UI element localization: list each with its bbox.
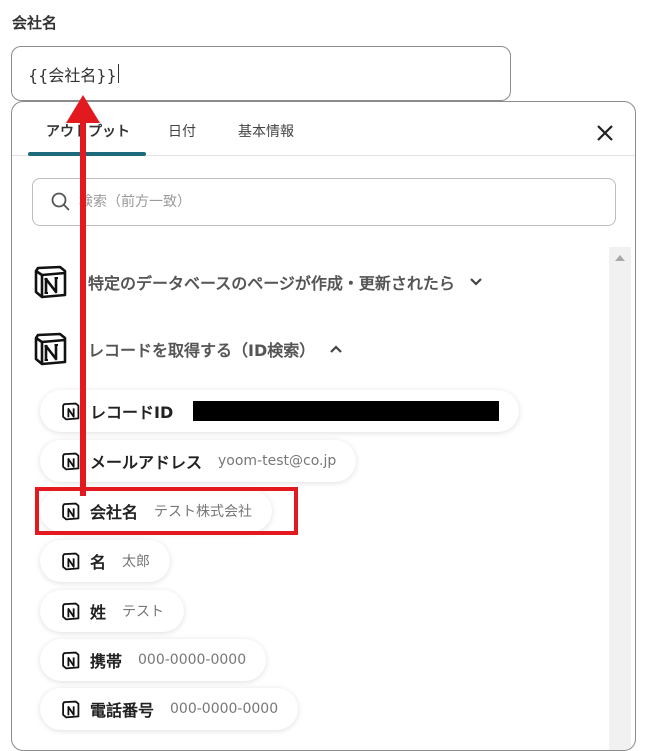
close-icon[interactable] (592, 120, 618, 146)
search-input[interactable] (79, 194, 579, 210)
chip-label: 携帯 (90, 652, 123, 671)
chip-value: テスト (122, 604, 165, 620)
chip-value: 000-0000-0000 (170, 701, 279, 717)
field-label: 会社名 (12, 14, 58, 32)
annotation-arrow-shaft (80, 116, 86, 496)
notion-icon (62, 402, 80, 420)
chevron-up-icon (330, 345, 343, 353)
chip-label: レコードID (90, 403, 174, 422)
notion-icon (34, 265, 67, 299)
search-box[interactable] (32, 178, 616, 226)
redacted-value (193, 401, 500, 421)
output-chip-first-name[interactable]: 名 太郎 (40, 540, 171, 582)
chip-label: 電話番号 (90, 701, 155, 720)
tab-output[interactable]: アウトプット (46, 121, 130, 141)
highlight-box (35, 487, 298, 535)
output-chip-email[interactable]: メールアドレス yoom-test@co.jp (40, 440, 357, 482)
text-caret (117, 64, 119, 83)
scrollbar[interactable] (609, 247, 631, 750)
chip-label: 姓 (90, 603, 107, 622)
notion-icon (62, 452, 80, 470)
search-icon (51, 192, 70, 211)
output-chip-phone[interactable]: 電話番号 000-0000-0000 (40, 688, 299, 730)
chip-value: yoom-test@co.jp (218, 453, 337, 469)
arrow-up-icon (66, 95, 100, 123)
output-chip-mobile[interactable]: 携帯 000-0000-0000 (40, 639, 267, 681)
tab-bar: アウトプット 日付 基本情報 (12, 102, 635, 156)
tab-date[interactable]: 日付 (168, 121, 196, 141)
variable-picker-panel: アウトプット 日付 基本情報 特定のデータベースのページが作成・更新されたら (11, 101, 636, 751)
output-chip-record-id[interactable]: レコードID (40, 390, 520, 432)
chevron-down-icon (470, 278, 482, 286)
section-get-record[interactable]: レコードを取得する（ID検索） (32, 331, 343, 367)
notion-icon (62, 700, 80, 718)
tab-basic-info[interactable]: 基本情報 (238, 121, 294, 141)
section-trigger-page-updated[interactable]: 特定のデータベースのページが作成・更新されたら (32, 264, 483, 300)
notion-icon (34, 332, 67, 366)
notion-icon (62, 602, 80, 620)
chip-label: メールアドレス (90, 453, 203, 472)
chip-value: 太郎 (122, 554, 151, 570)
output-chip-last-name[interactable]: 姓 テスト (40, 590, 185, 632)
chip-label: 名 (90, 553, 107, 572)
company-name-input-value: {{会社名}} (28, 65, 117, 85)
notion-icon (62, 552, 80, 570)
active-tab-indicator (28, 152, 146, 156)
section-title: 特定のデータベースのページが作成・更新されたら (88, 274, 455, 293)
scroll-up-arrow-icon[interactable] (615, 255, 625, 261)
section-title: レコードを取得する（ID検索） (88, 341, 316, 360)
company-name-input[interactable]: {{会社名}} (11, 46, 511, 101)
notion-icon (62, 651, 80, 669)
chip-value: 000-0000-0000 (138, 652, 247, 668)
